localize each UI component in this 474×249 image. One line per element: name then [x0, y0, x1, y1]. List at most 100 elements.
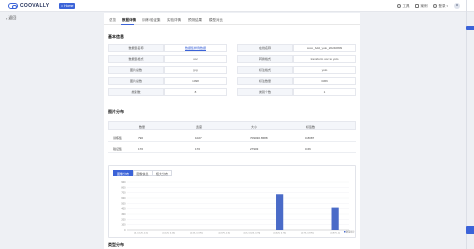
top-right-menu: 工具 案例 登录 ▾ [397, 3, 460, 9]
info-row: 数据集格式 voc 转换格式 transform voc to yolo [108, 55, 356, 63]
active-tab-indicator [121, 24, 134, 25]
column-header: 宽度 [196, 124, 203, 129]
tab-train-val[interactable]: 训练/验证集 [142, 18, 160, 23]
tab-overview[interactable]: 总览 [109, 18, 116, 23]
info-value: 1 [293, 88, 356, 96]
info-label: 标注格式 [237, 66, 293, 74]
info-label: 图片总数 [108, 77, 164, 85]
y-tick-label: 400 [121, 208, 126, 211]
tools-label: 工具 [402, 3, 410, 8]
info-value: 8 [164, 88, 227, 96]
column-header: 标签数 [306, 124, 316, 129]
info-value: transform voc to yolo [293, 55, 356, 63]
x-tick-label: (0.875, 1] [331, 233, 341, 235]
scrollbar-track[interactable] [466, 0, 467, 249]
info-value: voc [164, 55, 227, 63]
column-header: 数量 [139, 124, 146, 129]
table-row: 验证集 170 170 27903 0.66 [108, 144, 356, 153]
x-tick-label: (0.625, 0.75] [273, 233, 286, 235]
y-tick-label: 500 [121, 202, 126, 205]
info-label: 数据集格式 [108, 55, 164, 63]
table-cell: 170 [195, 146, 201, 151]
x-tick-label: (0.25, 0.375] [190, 233, 203, 235]
bar [331, 207, 339, 230]
case-icon [415, 4, 420, 8]
x-tick-label: (0.125, 0.25] [162, 233, 175, 235]
y-tick-label: 100 [121, 224, 126, 227]
side-float-button[interactable] [466, 26, 474, 30]
tools-icon [397, 4, 402, 8]
help-label: 案例 [420, 3, 428, 8]
info-row: 数据集名称 数据集样例数据 在线名称 coco_bdd_yolo_2024080… [108, 44, 356, 52]
logo-icon [8, 3, 18, 9]
tab-predictions[interactable]: 预测结果 [188, 18, 202, 23]
table-cell: 170 [138, 146, 144, 151]
home-button-label: Home [64, 4, 74, 8]
home-icon: ⌂ [61, 4, 64, 8]
image-dist-title: 图片分布 [108, 109, 124, 114]
tab-experiment[interactable]: 实验详情 [167, 18, 181, 23]
y-tick-label: 600 [121, 197, 126, 200]
tab-model-compare[interactable]: 模型对比 [209, 18, 223, 23]
logo-text: COOVALLY [20, 3, 50, 9]
info-value: coco_bdd_yolo_20240809 [293, 44, 356, 52]
bar [276, 194, 284, 230]
dataset-name-link[interactable]: 数据集样例数据 [164, 44, 227, 52]
table-cell: 790 [138, 135, 144, 140]
main-content: 总览 数据详情 训练/验证集 实验详情 预测结果 模型对比 基本信息 数据集名称… [104, 13, 360, 249]
info-label: 标注数量 [237, 77, 293, 85]
info-value: yolo [293, 66, 356, 74]
y-tick-label: 800 [121, 186, 126, 189]
info-label: 类别数 [108, 88, 164, 96]
table-row: 训练集 790 1027 709030.6588 0.8087 [108, 133, 356, 142]
x-tick-label: (0.375, 0.5] [219, 233, 230, 235]
info-label: 类别个数 [237, 88, 293, 96]
row-name: 训练集 [113, 135, 123, 140]
user-label: 登录 [438, 3, 446, 8]
chevron-down-icon: ▾ [446, 4, 448, 8]
tab-bar: 总览 数据详情 训练/验证集 实验详情 预测结果 模型对比 [104, 13, 360, 25]
table-cell: 1027 [195, 135, 202, 140]
info-row: 图片总数 jpg 标注格式 yolo [108, 66, 356, 74]
x-tick-label: (0, 0.125, 0.2] [134, 233, 148, 235]
table-cell: 0.66 [305, 146, 311, 151]
avatar[interactable] [454, 3, 460, 9]
info-label: 在线名称 [237, 44, 293, 52]
tab-data-detail[interactable]: 数据详情 [122, 18, 136, 23]
info-value: 1098 [164, 77, 227, 85]
column-header: 大小 [251, 124, 258, 129]
basic-info-title: 基本信息 [108, 34, 124, 39]
side-help-button[interactable] [466, 226, 474, 234]
y-tick-label: 700 [121, 192, 126, 195]
info-value: jpg [164, 66, 227, 74]
y-tick-label: 200 [121, 218, 126, 221]
info-label: 数据集名称 [108, 44, 164, 52]
info-row: 类别数 8 类别个数 1 [108, 88, 356, 96]
info-label: 图片总数 [108, 66, 164, 74]
y-tick-label: 300 [121, 213, 126, 216]
table-cell: 27903 [250, 146, 259, 151]
chevron-left-icon: ‹ [6, 15, 8, 21]
user-menu[interactable]: 登录 ▾ [433, 4, 448, 9]
chart-card: 图像分布 图像信息 框大分布 0 100 200 300 400 500 600 700 800… [108, 165, 356, 238]
back-button[interactable]: ‹ 返回 [6, 15, 16, 21]
info-value: 3366 [293, 77, 356, 85]
app-logo[interactable]: COOVALLY [8, 2, 49, 10]
table-header: 数量 宽度 大小 标签数 [108, 121, 356, 130]
back-label: 返回 [8, 15, 17, 20]
info-label: 转换格式 [237, 55, 293, 63]
table-cell: 0.8087 [305, 135, 315, 140]
row-name: 验证集 [113, 146, 123, 151]
bar-chart: 0 100 200 300 400 500 600 700 800 900 (0, 0.125, 0… [121, 181, 355, 235]
table-cell: 709030.6588 [250, 135, 268, 140]
info-row: 图片总数 1098 标注数量 3366 [108, 77, 356, 85]
x-tick-label: (0.5, 0.625, 0.75] [244, 233, 261, 235]
top-bar: COOVALLY ⌂ Home 工具 案例 登录 ▾ [0, 0, 474, 12]
y-tick-label: 900 [121, 181, 126, 184]
y-tick-label: 0 [124, 229, 126, 232]
help-menu[interactable]: 案例 [415, 4, 427, 9]
x-tick-label: (0.75, 0.875] [301, 233, 314, 235]
tools-menu[interactable]: 工具 [397, 4, 409, 9]
home-button[interactable]: ⌂ Home [59, 3, 76, 9]
type-dist-title: 类型分布 [108, 242, 124, 247]
